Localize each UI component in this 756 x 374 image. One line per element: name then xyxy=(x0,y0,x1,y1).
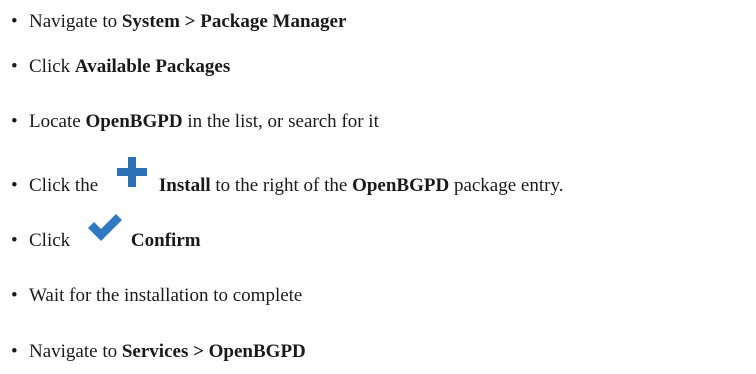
step-text-after: to the right of the xyxy=(210,175,353,196)
step-text: Navigate to xyxy=(29,341,122,362)
menu-path: Services > OpenBGPD xyxy=(121,341,306,362)
bullet: • xyxy=(11,111,18,132)
step-text: Click xyxy=(29,230,75,251)
step-text: Click xyxy=(29,56,75,77)
package-name: OpenBGPD xyxy=(352,175,450,196)
bullet: • xyxy=(11,285,18,306)
step-text: Navigate to xyxy=(29,11,122,32)
step-navigate-openbgpd: • Navigate to Services > OpenBGPD xyxy=(11,341,306,363)
install-label: Install xyxy=(158,175,211,196)
step-click-install: • Click the Install to the right of the … xyxy=(11,157,564,197)
plus-icon xyxy=(103,157,159,197)
step-click-confirm: • Click Confirm xyxy=(11,214,201,252)
step-text: Click the xyxy=(29,175,103,196)
step-wait: • Wait for the installation to complete xyxy=(11,285,302,307)
bullet: • xyxy=(11,175,18,196)
step-navigate-package-manager: • Navigate to System > Package Manager xyxy=(11,11,346,33)
checkmark-icon xyxy=(75,214,131,252)
bullet: • xyxy=(11,11,18,32)
step-text-end: package entry. xyxy=(449,175,564,196)
bullet: • xyxy=(11,230,18,251)
menu-path: System > Package Manager xyxy=(121,11,347,32)
step-text: Wait for the installation to complete xyxy=(29,285,303,306)
bullet: • xyxy=(11,341,18,362)
package-name: OpenBGPD xyxy=(85,111,183,132)
step-locate-openbgpd: • Locate OpenBGPD in the list, or search… xyxy=(11,111,379,133)
step-text: Locate xyxy=(29,111,86,132)
step-click-available-packages: • Click Available Packages xyxy=(11,56,230,78)
confirm-label: Confirm xyxy=(130,230,201,251)
tab-name: Available Packages xyxy=(74,56,231,77)
bullet: • xyxy=(11,56,18,77)
step-text-after: in the list, or search for it xyxy=(182,111,379,132)
